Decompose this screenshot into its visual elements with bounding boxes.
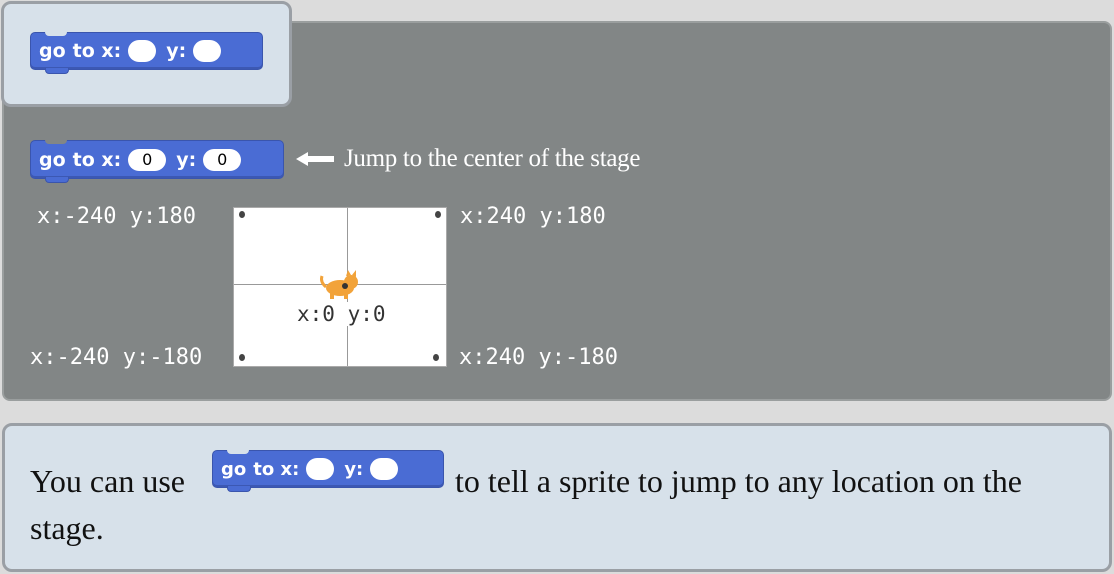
coord-center: x:0 y:0 xyxy=(297,302,386,326)
caption-text: You can use to tell a sprite to jump to … xyxy=(30,458,1080,552)
hint-text: Jump to the center of the stage xyxy=(344,145,641,172)
go-to-xy-block[interactable]: go to x: y: xyxy=(30,32,263,74)
coord-bottom-left: x:-240 y:-180 xyxy=(30,345,203,370)
corner-dot xyxy=(433,354,439,361)
block-word-y: y: xyxy=(176,148,197,171)
y-input-slot[interactable] xyxy=(370,458,399,480)
coord-top-right: x:240 y:180 xyxy=(460,204,606,229)
y-input-slot[interactable]: 0 xyxy=(203,148,242,171)
block-word-to-x: to x: xyxy=(72,40,122,62)
stage-area: x:0 y:0 xyxy=(233,207,447,367)
corner-dot xyxy=(435,211,441,218)
block-word-go: go xyxy=(39,40,66,62)
x-input-slot[interactable] xyxy=(306,458,335,480)
block-word-go: go xyxy=(221,458,247,480)
block-word-y: y: xyxy=(166,40,187,62)
go-to-center-block[interactable]: go to x: 0 y: 0 xyxy=(30,140,284,183)
left-arrow-icon xyxy=(296,152,334,166)
cat-sprite-icon xyxy=(320,270,358,299)
x-input-slot[interactable] xyxy=(128,40,157,62)
block-word-to-x: to x: xyxy=(72,148,122,171)
coord-top-left: x:-240 y:180 xyxy=(37,204,196,229)
x-input-slot[interactable]: 0 xyxy=(128,148,167,171)
y-input-slot[interactable] xyxy=(193,40,222,62)
block-word-go: go xyxy=(39,148,66,171)
inline-go-to-xy-block[interactable]: go to x: y: xyxy=(212,450,444,492)
corner-dot xyxy=(239,211,245,218)
block-word-to-x: to x: xyxy=(253,458,300,480)
caption-before: You can use xyxy=(30,463,185,499)
coord-bottom-right: x:240 y:-180 xyxy=(459,345,618,370)
corner-dot xyxy=(239,354,245,361)
block-word-y: y: xyxy=(344,458,364,480)
